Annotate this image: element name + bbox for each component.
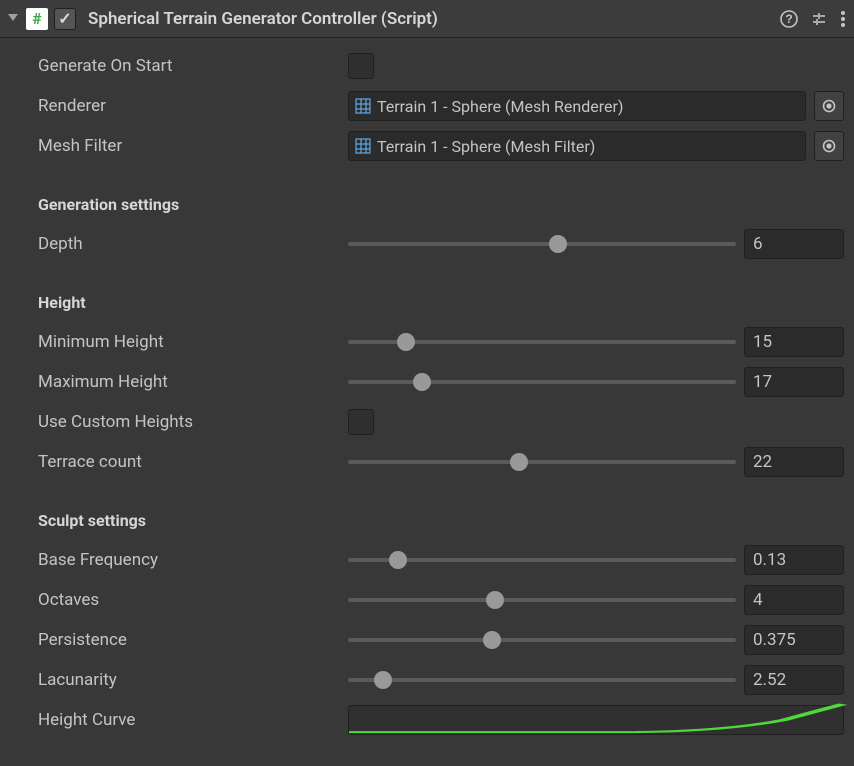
label-renderer: Renderer — [10, 96, 340, 116]
object-field-mesh-filter-value: Terrain 1 - Sphere (Mesh Filter) — [377, 137, 595, 156]
row-max-height: Maximum Height — [10, 362, 844, 402]
row-mesh-filter: Mesh Filter Terrain 1 - Sphere (Mesh Fil… — [10, 126, 844, 166]
label-mesh-filter: Mesh Filter — [10, 136, 340, 156]
help-icon[interactable]: ? — [780, 10, 798, 28]
input-octaves[interactable] — [744, 585, 844, 615]
input-lacunarity[interactable] — [744, 665, 844, 695]
label-octaves: Octaves — [10, 590, 340, 610]
label-min-height: Minimum Height — [10, 332, 340, 352]
preset-icon[interactable] — [810, 10, 828, 28]
input-max-height[interactable] — [744, 367, 844, 397]
slider-depth[interactable] — [348, 232, 736, 256]
inspector-component: Spherical Terrain Generator Controller (… — [0, 0, 854, 750]
row-octaves: Octaves — [10, 580, 844, 620]
slider-min-height[interactable] — [348, 330, 736, 354]
context-menu-icon[interactable] — [840, 10, 846, 28]
object-picker-renderer[interactable] — [814, 91, 844, 121]
mesh-renderer-icon — [355, 98, 371, 114]
curve-field-height[interactable] — [348, 705, 844, 735]
object-picker-mesh-filter[interactable] — [814, 131, 844, 161]
slider-max-height[interactable] — [348, 370, 736, 394]
slider-persistence[interactable] — [348, 628, 736, 652]
component-title: Spherical Terrain Generator Controller (… — [82, 9, 774, 29]
row-use-custom-heights: Use Custom Heights — [10, 402, 844, 442]
row-persistence: Persistence — [10, 620, 844, 660]
checkbox-generate-on-start[interactable] — [348, 53, 374, 79]
row-depth: Depth — [10, 224, 844, 264]
input-depth[interactable] — [744, 229, 844, 259]
label-height-curve: Height Curve — [10, 710, 340, 730]
row-lacunarity: Lacunarity — [10, 660, 844, 700]
label-generate-on-start: Generate On Start — [10, 56, 340, 76]
slider-octaves[interactable] — [348, 588, 736, 612]
component-enabled-checkbox[interactable] — [54, 8, 76, 30]
checkbox-use-custom-heights[interactable] — [348, 409, 374, 435]
slider-base-frequency[interactable] — [348, 548, 736, 572]
slider-lacunarity[interactable] — [348, 668, 736, 692]
slider-terrace-count[interactable] — [348, 450, 736, 474]
row-renderer: Renderer Terrain 1 - Sphere (Mesh Render… — [10, 86, 844, 126]
foldout-toggle[interactable] — [6, 12, 20, 26]
row-base-frequency: Base Frequency — [10, 540, 844, 580]
section-height: Height — [10, 282, 844, 322]
object-field-renderer-value: Terrain 1 - Sphere (Mesh Renderer) — [377, 97, 623, 116]
label-depth: Depth — [10, 234, 340, 254]
input-terrace-count[interactable] — [744, 447, 844, 477]
label-terrace-count: Terrace count — [10, 452, 340, 472]
input-persistence[interactable] — [744, 625, 844, 655]
object-field-renderer[interactable]: Terrain 1 - Sphere (Mesh Renderer) — [348, 91, 806, 121]
object-field-mesh-filter[interactable]: Terrain 1 - Sphere (Mesh Filter) — [348, 131, 806, 161]
section-generation: Generation settings — [10, 184, 844, 224]
section-sculpt: Sculpt settings — [10, 500, 844, 540]
label-persistence: Persistence — [10, 630, 340, 650]
component-header: Spherical Terrain Generator Controller (… — [0, 0, 854, 38]
label-base-frequency: Base Frequency — [10, 550, 340, 570]
input-min-height[interactable] — [744, 327, 844, 357]
row-min-height: Minimum Height — [10, 322, 844, 362]
label-use-custom-heights: Use Custom Heights — [10, 412, 340, 432]
row-generate-on-start: Generate On Start — [10, 46, 844, 86]
svg-text:?: ? — [785, 12, 792, 26]
row-terrace-count: Terrace count — [10, 442, 844, 482]
header-actions: ? — [780, 10, 846, 28]
script-icon — [26, 8, 48, 30]
label-max-height: Maximum Height — [10, 372, 340, 392]
mesh-filter-icon — [355, 138, 371, 154]
row-height-curve: Height Curve — [10, 700, 844, 740]
input-base-frequency[interactable] — [744, 545, 844, 575]
label-lacunarity: Lacunarity — [10, 670, 340, 690]
component-body: Generate On Start Renderer Terrain 1 — [0, 38, 854, 750]
